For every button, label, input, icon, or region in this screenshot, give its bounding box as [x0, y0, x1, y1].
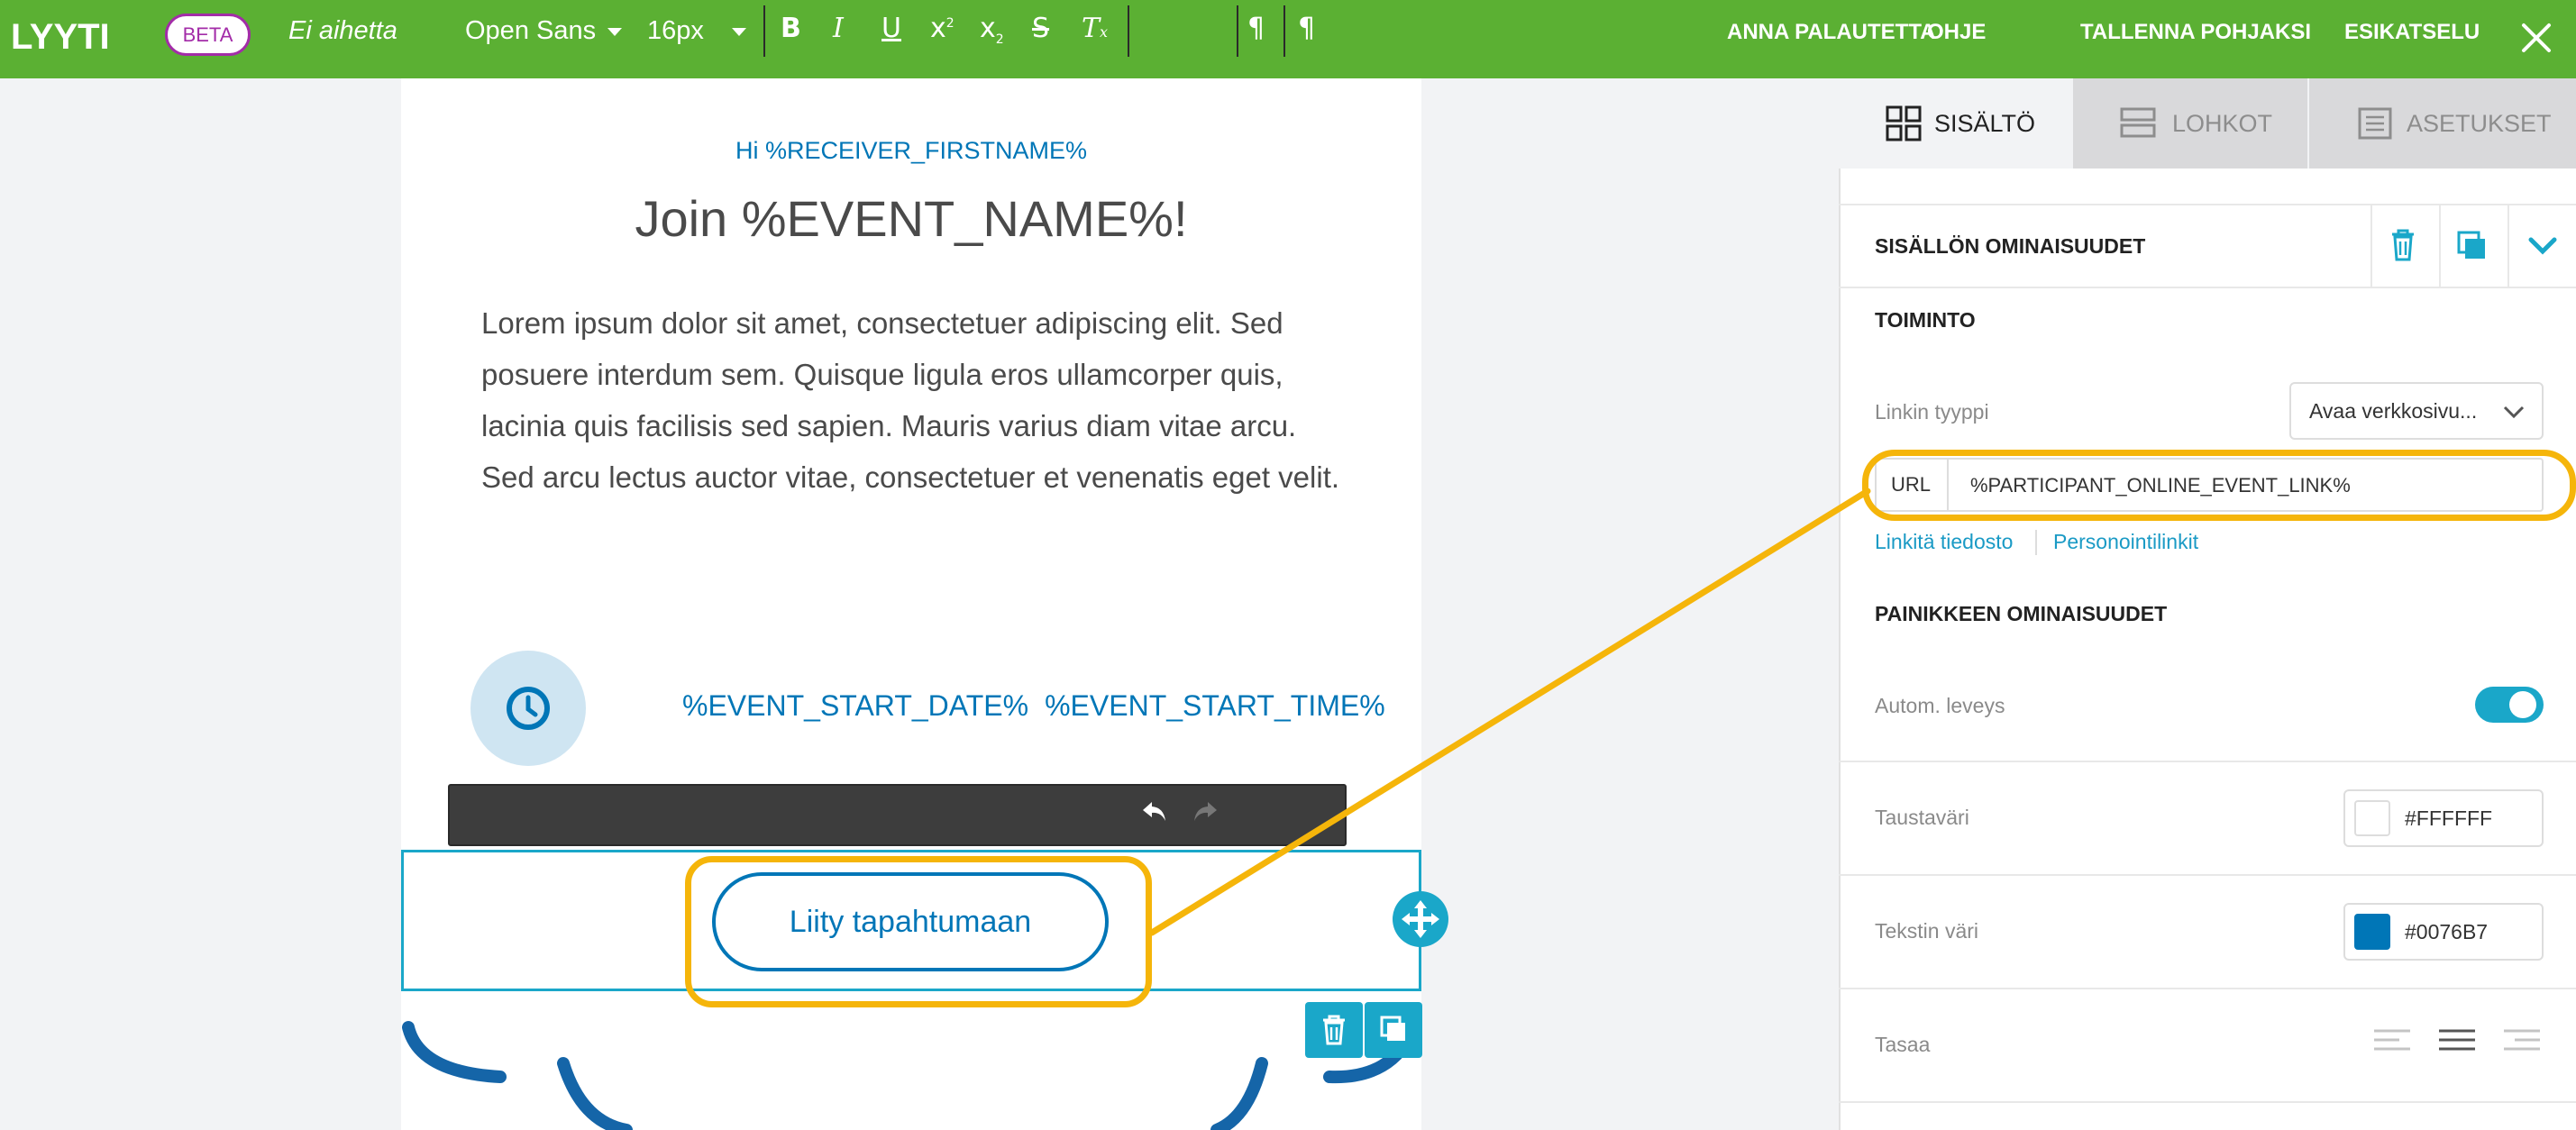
button-props-title: PAINIKKEEN OMINAISUUDET — [1875, 602, 2168, 625]
redo-icon[interactable] — [1192, 798, 1219, 825]
tab-settings-label: ASETUKSET — [2407, 109, 2552, 137]
chevron-down-icon — [732, 28, 746, 36]
personalization-links-link[interactable]: Personointilinkit — [2053, 530, 2198, 554]
font-size-select[interactable]: 16px — [647, 16, 704, 46]
event-start-time: %EVENT_START_TIME% — [1045, 689, 1385, 722]
undo-icon[interactable] — [1141, 798, 1168, 825]
toggle-knob — [2509, 691, 2536, 718]
align-right-icon[interactable] — [2502, 1027, 2542, 1056]
divider — [1839, 1101, 2576, 1103]
greeting-text[interactable]: Hi %RECEIVER_FIRSTNAME% — [401, 137, 1421, 165]
align-label: Tasaa — [1875, 1033, 1931, 1056]
ltr-direction-icon[interactable]: ¶ — [1247, 13, 1265, 44]
tab-settings[interactable]: ASETUKSET — [2309, 78, 2576, 169]
rtl-direction-icon[interactable]: ¶ — [1298, 13, 1315, 44]
email-headline[interactable]: Join %EVENT_NAME%! — [401, 189, 1421, 248]
toolbar-divider — [1128, 5, 1129, 57]
event-start-date: %EVENT_START_DATE% — [682, 689, 1029, 722]
divider — [1839, 761, 2576, 762]
trash-icon[interactable] — [2385, 225, 2421, 265]
action-title: TOIMINTO — [1875, 308, 1976, 332]
divider — [1839, 287, 2576, 288]
divider — [2439, 205, 2441, 287]
align-left-icon[interactable] — [2372, 1027, 2412, 1056]
move-icon[interactable] — [1393, 891, 1448, 947]
svg-text:LYYTI: LYYTI — [11, 17, 110, 54]
strikethrough-icon[interactable]: S — [1032, 13, 1049, 44]
feedback-link[interactable]: ANNA PALAUTETTA — [1727, 20, 1936, 45]
font-family-select[interactable]: Open Sans — [465, 16, 596, 46]
copy-icon[interactable] — [2453, 227, 2489, 263]
clock-icon — [503, 683, 553, 734]
decorative-arcs — [402, 1021, 1420, 1130]
toolbar-divider — [1237, 5, 1238, 57]
toolbar-divider — [1283, 5, 1285, 57]
clear-format-icon[interactable]: Tx — [1082, 13, 1108, 44]
trash-icon — [1323, 1015, 1345, 1045]
auto-width-label: Autom. leveys — [1875, 694, 2005, 717]
link-file-link[interactable]: Linkitä tiedosto — [1875, 530, 2013, 554]
underline-icon[interactable]: U — [882, 13, 901, 44]
settings-list-icon — [2358, 107, 2392, 140]
bold-icon[interactable]: B — [781, 13, 801, 44]
lyyti-logo[interactable]: LYYTI — [11, 16, 119, 57]
save-as-template-link[interactable]: TALLENNA POHJAKSI — [2080, 20, 2311, 45]
event-date-time[interactable]: %EVENT_START_DATE% %EVENT_START_TIME% — [682, 689, 1385, 723]
tab-content[interactable]: SISÄLTÖ — [1839, 78, 2071, 169]
link-type-label: Linkin tyyppi — [1875, 400, 1989, 424]
chevron-down-icon — [607, 28, 622, 36]
link-type-select[interactable]: Avaa verkkosivu... — [2289, 382, 2544, 440]
text-color-label: Tekstin väri — [1875, 919, 1979, 943]
chevron-down-icon[interactable] — [2526, 229, 2560, 263]
divider — [2035, 530, 2037, 555]
text-color-swatch[interactable] — [2354, 914, 2390, 950]
divider — [2370, 205, 2372, 287]
tab-blocks-label: LOHKOT — [2172, 109, 2273, 137]
text-color-value[interactable]: #0076B7 — [2405, 920, 2488, 944]
divider — [1839, 988, 2576, 989]
bg-color-value[interactable]: #FFFFFF — [2405, 806, 2492, 831]
preview-link[interactable]: ESIKATSELU — [2344, 20, 2480, 45]
divider — [2507, 205, 2509, 287]
divider — [1839, 874, 2576, 876]
bg-color-swatch[interactable] — [2354, 800, 2390, 836]
blocks-icon — [2120, 107, 2156, 138]
delete-block-button[interactable] — [1305, 1002, 1363, 1058]
tab-content-label: SISÄLTÖ — [1934, 109, 2036, 137]
beta-badge: BETA — [165, 14, 251, 56]
grid-icon — [1886, 105, 1922, 141]
button-highlight — [685, 856, 1152, 1007]
content-props-title: SISÄLLÖN OMINAISUUDET — [1875, 234, 2146, 258]
tab-blocks[interactable]: LOHKOT — [2073, 78, 2307, 169]
copy-icon — [1380, 1016, 1405, 1041]
divider — [1839, 204, 2576, 205]
close-icon[interactable] — [2518, 20, 2554, 56]
bg-color-label: Taustaväri — [1875, 806, 1969, 829]
superscript-icon[interactable]: x2 — [930, 13, 955, 44]
help-link[interactable]: OHJE — [1927, 20, 1986, 45]
subscript-icon[interactable]: x2 — [980, 13, 1004, 47]
italic-icon[interactable]: I — [833, 13, 844, 44]
document-title[interactable]: Ei aihetta — [288, 16, 397, 46]
email-body-text[interactable]: Lorem ipsum dolor sit amet, consectetuer… — [481, 297, 1347, 503]
duplicate-block-button[interactable] — [1365, 1002, 1422, 1058]
link-type-value: Avaa verkkosivu... — [2309, 399, 2478, 423]
toolbar-divider — [763, 5, 765, 57]
chevron-down-icon — [2503, 406, 2525, 419]
align-center-icon[interactable] — [2437, 1027, 2477, 1056]
url-highlight — [1862, 450, 2576, 521]
